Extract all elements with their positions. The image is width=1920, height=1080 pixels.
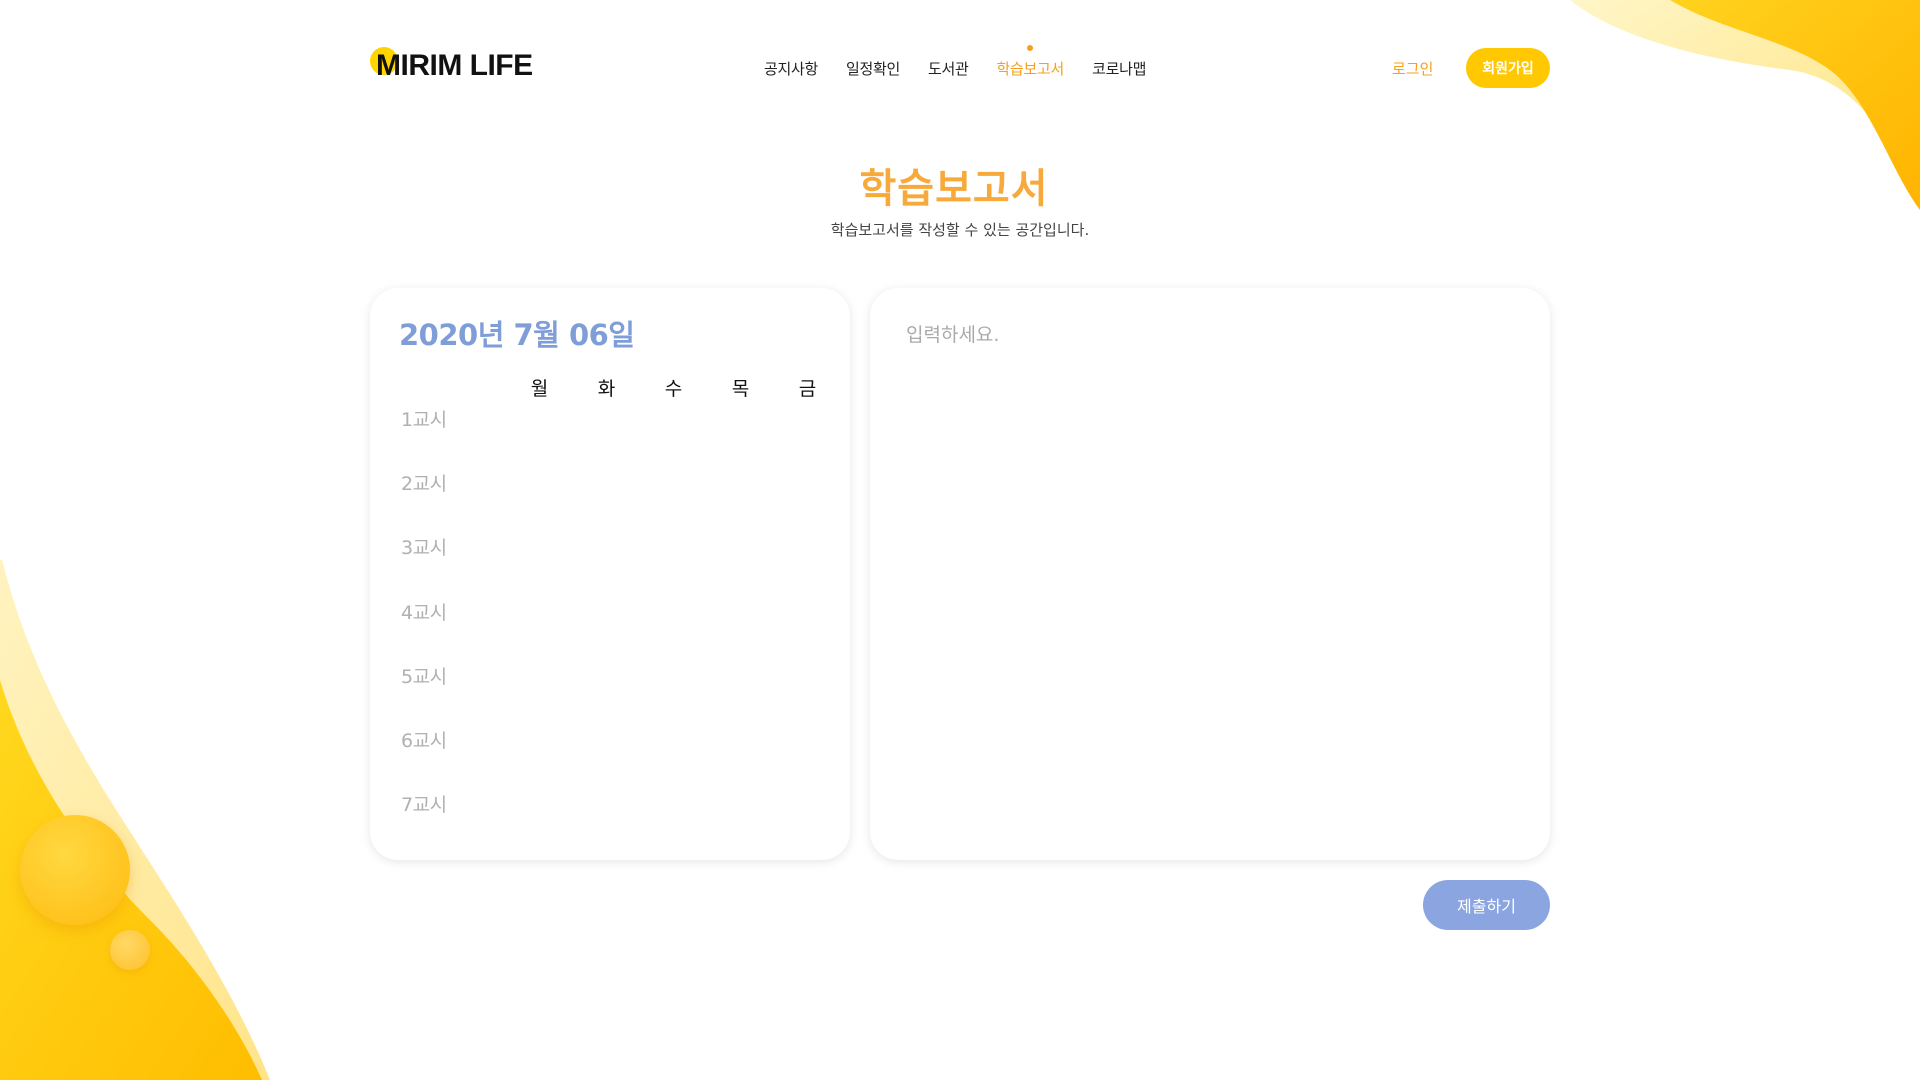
weekday-tue: 화 bbox=[597, 378, 616, 400]
period-label: 7교시 bbox=[401, 794, 447, 817]
weekday-wed: 수 bbox=[664, 378, 683, 400]
bottom-left-wave-decoration bbox=[0, 560, 280, 1080]
period-label: 4교시 bbox=[401, 601, 447, 624]
nav-item-notices[interactable]: 공지사항 bbox=[750, 56, 832, 81]
timetable-card: 2020년 7월 06일 월 화 수 목 금 1교시 2교시 3교시 4교시 5… bbox=[370, 288, 850, 860]
nav-item-study-report[interactable]: 학습보고서 bbox=[983, 45, 1079, 81]
small-circle-decoration bbox=[110, 930, 150, 970]
nav-item-corona-map[interactable]: 코로나맵 bbox=[1078, 56, 1160, 81]
signup-button[interactable]: 회원가입 bbox=[1466, 48, 1550, 88]
nav-item-schedule[interactable]: 일정확인 bbox=[832, 56, 914, 81]
page-subtitle: 학습보고서를 작성할 수 있는 공간입니다. bbox=[830, 221, 1090, 239]
main-nav: 공지사항 일정확인 도서관 학습보고서 코로나맵 bbox=[750, 45, 1160, 81]
weekday-header: 월 화 수 목 금 bbox=[506, 374, 841, 401]
period-label: 2교시 bbox=[401, 473, 447, 496]
nav-item-label: 학습보고서 bbox=[996, 60, 1065, 78]
page-title: 학습보고서 bbox=[859, 166, 1049, 212]
weekday-mon: 월 bbox=[530, 378, 549, 400]
nav-item-library[interactable]: 도서관 bbox=[914, 56, 983, 81]
logo-text: MIRIM LIFE bbox=[376, 49, 533, 82]
page: MIRIM LIFE 공지사항 일정확인 도서관 학습보고서 코로나맵 로그인 … bbox=[0, 0, 1920, 1080]
login-link[interactable]: 로그인 bbox=[1392, 58, 1433, 79]
period-list: 1교시 2교시 3교시 4교시 5교시 6교시 7교시 bbox=[401, 405, 447, 854]
timetable-date: 2020년 7월 06일 bbox=[399, 318, 635, 352]
period-label: 5교시 bbox=[401, 665, 447, 688]
yellow-circle-decoration bbox=[20, 815, 130, 925]
submit-button[interactable]: 제출하기 bbox=[1423, 880, 1550, 930]
active-indicator-dot bbox=[1027, 45, 1034, 51]
period-label: 6교시 bbox=[401, 729, 447, 752]
period-label: 1교시 bbox=[401, 409, 447, 431]
report-textarea[interactable] bbox=[906, 320, 1516, 820]
weekday-thu: 목 bbox=[731, 378, 750, 400]
weekday-fri: 금 bbox=[798, 378, 817, 400]
report-card bbox=[870, 288, 1550, 860]
site-logo[interactable]: MIRIM LIFE bbox=[368, 44, 533, 88]
period-label: 3교시 bbox=[401, 537, 447, 560]
